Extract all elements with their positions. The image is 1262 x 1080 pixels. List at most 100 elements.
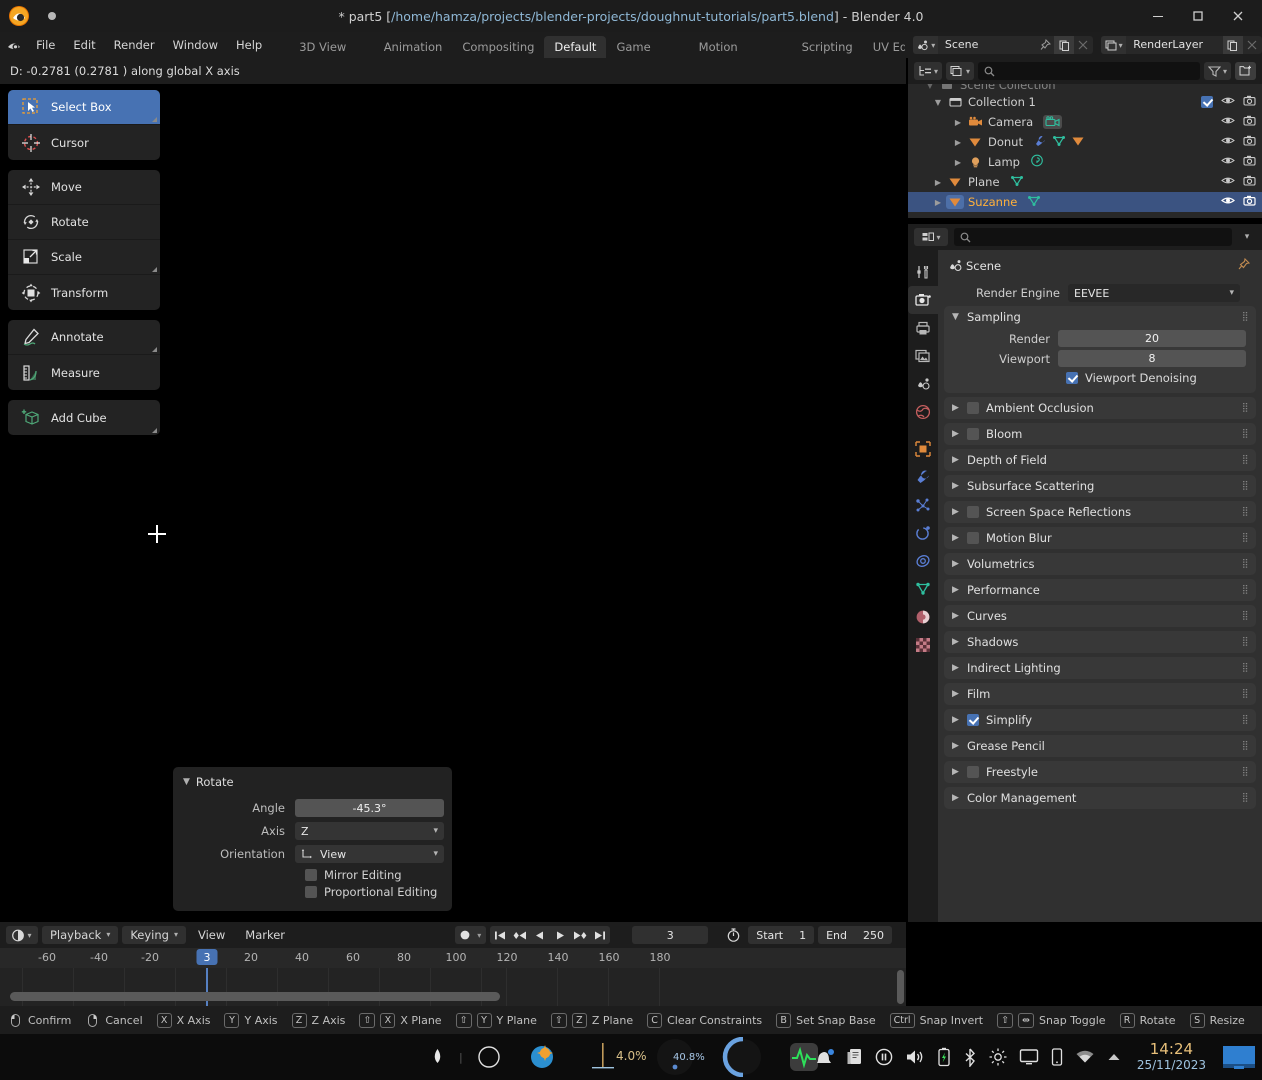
panel-grip-icon[interactable]: ⣿: [1242, 611, 1249, 621]
pin-properties-icon[interactable]: [1237, 257, 1251, 274]
pause-icon[interactable]: [875, 1048, 893, 1066]
panel-header[interactable]: ▶ Ambient Occlusion ⣿: [944, 397, 1256, 419]
collection-enable-checkbox[interactable]: [1201, 96, 1213, 108]
start-value[interactable]: 1: [791, 929, 814, 942]
playhead-frame-indicator[interactable]: 3: [196, 949, 218, 965]
panel-grip-icon[interactable]: ⣿: [1242, 715, 1249, 725]
new-viewlayer-icon[interactable]: [1223, 36, 1243, 54]
timeline-horizontal-scrollbar[interactable]: [10, 992, 500, 1001]
disclosure-triangle-icon[interactable]: ▼: [922, 84, 938, 90]
light-data-icon[interactable]: [1030, 154, 1044, 170]
panel-enable-checkbox[interactable]: [967, 428, 979, 440]
panel-header[interactable]: ▶ Bloom ⣿: [944, 423, 1256, 445]
tab-modifiers[interactable]: [908, 463, 938, 491]
panel-grip-icon[interactable]: ⣿: [1242, 429, 1249, 439]
play-button[interactable]: [550, 926, 570, 944]
panel-header[interactable]: ▶ Subsurface Scattering ⣿: [944, 475, 1256, 497]
outliner-row-collection-1[interactable]: ▼ Collection 1: [908, 92, 1262, 112]
jump-to-start-button[interactable]: [490, 926, 510, 944]
water-drop-icon[interactable]: [430, 1047, 445, 1067]
play-reverse-button[interactable]: [530, 926, 550, 944]
end-value[interactable]: 250: [855, 929, 892, 942]
tab-object-data[interactable]: [908, 575, 938, 603]
eye-icon[interactable]: [1221, 175, 1235, 189]
sampling-viewport-field[interactable]: 8: [1058, 350, 1246, 367]
timeline-menu-marker[interactable]: Marker: [237, 926, 293, 944]
disclosure-triangle-icon[interactable]: ▶: [930, 198, 946, 207]
proportional-editing-row[interactable]: Proportional Editing: [305, 885, 444, 899]
tab-texture[interactable]: [908, 631, 938, 659]
frame-range-end[interactable]: End 250: [818, 926, 892, 944]
eye-icon[interactable]: [1221, 155, 1235, 169]
tab-object[interactable]: [908, 435, 938, 463]
timeline-vertical-scrollbar[interactable]: [897, 970, 904, 1004]
viewport-denoising-row[interactable]: Viewport Denoising: [1066, 371, 1246, 385]
new-collection-button[interactable]: [1235, 62, 1256, 80]
camera-render-icon[interactable]: [1243, 175, 1256, 189]
panel-grip-icon[interactable]: ⣿: [1242, 689, 1249, 699]
properties-body[interactable]: Scene Render Engine EEVEE ▾ ▼ Sampling ⣿: [938, 250, 1262, 922]
outliner-display-mode-button[interactable]: ▾: [914, 62, 943, 80]
tab-animation[interactable]: Animation: [374, 36, 453, 58]
tool-annotate[interactable]: Annotate: [8, 320, 160, 355]
scene-name-field[interactable]: Scene: [937, 36, 1035, 54]
menu-render[interactable]: Render: [105, 32, 164, 58]
tab-particles[interactable]: [908, 491, 938, 519]
panel-grip-icon[interactable]: ⣿: [1242, 585, 1249, 595]
tab-tool[interactable]: [908, 258, 938, 286]
tool-rotate[interactable]: Rotate: [8, 205, 160, 240]
disclosure-triangle-icon[interactable]: ▼: [930, 98, 946, 107]
panel-header[interactable]: ▶ Depth of Field ⣿: [944, 449, 1256, 471]
camera-data-icon[interactable]: [1043, 115, 1063, 129]
wifi-icon[interactable]: [1075, 1049, 1095, 1065]
panel-enable-checkbox[interactable]: [967, 402, 979, 414]
tool-expand-corner[interactable]: [152, 267, 157, 272]
close-button[interactable]: [1218, 0, 1258, 32]
panel-enable-checkbox[interactable]: [967, 714, 979, 726]
render-engine-dropdown[interactable]: EEVEE ▾: [1068, 284, 1240, 302]
camera-render-icon[interactable]: [1243, 195, 1256, 209]
panel-grip-icon[interactable]: ⣿: [1242, 637, 1249, 647]
mesh-data-icon[interactable]: [1027, 195, 1041, 210]
outliner-tree[interactable]: ▼ Scene Collection ▼ Collection 1 ▶ Came…: [908, 84, 1262, 218]
clipboard-icon[interactable]: [847, 1048, 863, 1066]
panel-header[interactable]: ▶ Color Management ⣿: [944, 787, 1256, 809]
panel-enable-checkbox[interactable]: [967, 506, 979, 518]
camera-render-icon[interactable]: [1243, 155, 1256, 169]
sampling-render-field[interactable]: 20: [1058, 330, 1246, 347]
tool-add-cube[interactable]: Add Cube: [8, 400, 160, 435]
panel-grip-icon[interactable]: ⣿: [1242, 767, 1249, 777]
tab-default[interactable]: Default: [544, 36, 607, 58]
menu-edit[interactable]: Edit: [64, 32, 104, 58]
timeline-editor-type-button[interactable]: ▾: [6, 926, 38, 944]
panel-header[interactable]: ▶ Volumetrics ⣿: [944, 553, 1256, 575]
panel-header[interactable]: ▶ Film ⣿: [944, 683, 1256, 705]
mirror-editing-row[interactable]: Mirror Editing: [305, 868, 444, 882]
auto-keying-toggle[interactable]: ▾: [455, 926, 487, 944]
outliner-row-scene-collection[interactable]: ▼ Scene Collection: [908, 84, 1262, 92]
panel-header[interactable]: ▶ Curves ⣿: [944, 605, 1256, 627]
timeline-ruler[interactable]: -60 -40 -20 20 40 60 80 100 120 140 160 …: [0, 948, 906, 968]
panel-enable-checkbox[interactable]: [967, 766, 979, 778]
modifier-wrench-icon[interactable]: [1033, 135, 1047, 150]
tool-expand-corner[interactable]: [152, 428, 157, 433]
tool-select-box[interactable]: Select Box: [8, 90, 160, 125]
tab-3d-view-full[interactable]: 3D View Full: [289, 36, 374, 76]
editor-type-button[interactable]: ▾: [914, 228, 948, 246]
show-desktop-icon[interactable]: [1222, 1044, 1256, 1070]
outliner-row-suzanne[interactable]: ▶ Suzanne: [908, 192, 1262, 212]
panel-grip-icon[interactable]: ⣿: [1242, 741, 1249, 751]
tab-world[interactable]: [908, 398, 938, 426]
new-scene-icon[interactable]: [1054, 36, 1074, 54]
mesh-data-icon[interactable]: [1052, 135, 1066, 150]
panel-header[interactable]: ▶ Screen Space Reflections ⣿: [944, 501, 1256, 523]
outliner-filter-button[interactable]: ▾: [1203, 62, 1231, 80]
timeline-menu-playback[interactable]: Playback ▾: [42, 926, 119, 944]
panel-grip-icon[interactable]: ⣿: [1242, 403, 1249, 413]
panel-grip-icon[interactable]: ⣿: [1242, 312, 1249, 322]
viewlayer-name-field[interactable]: RenderLayer: [1126, 36, 1224, 54]
frame-range-start[interactable]: Start 1: [748, 926, 815, 944]
tray-expand-icon[interactable]: [1107, 1052, 1121, 1062]
properties-options-chevron-icon[interactable]: ▾: [1238, 228, 1256, 246]
weather-icon[interactable]: [529, 1044, 555, 1070]
